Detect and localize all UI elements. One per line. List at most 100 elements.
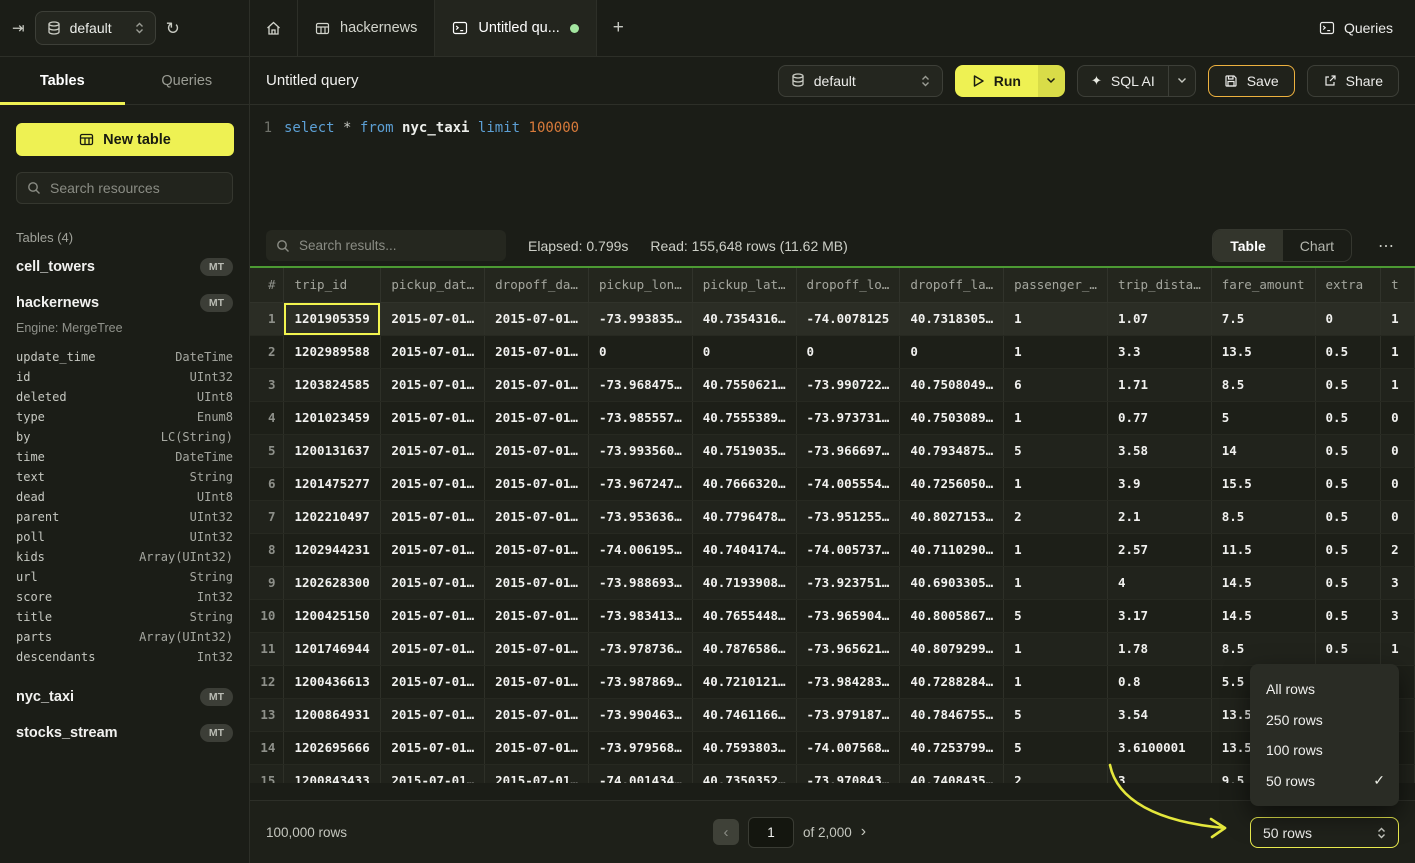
column-header[interactable]: dropoff_da… [485, 268, 589, 302]
schema-row[interactable]: textString [16, 467, 233, 487]
sidebar-item-stocks-stream[interactable]: stocks_stream MT [0, 715, 249, 751]
table-cell[interactable]: 40.7846755… [900, 698, 1004, 731]
table-cell[interactable]: 1201905359 [284, 302, 381, 335]
table-cell[interactable]: 0.5 [1315, 632, 1381, 665]
table-cell[interactable]: 2015-07-01… [381, 467, 485, 500]
table-cell[interactable]: 1.07 [1107, 302, 1211, 335]
table-cell[interactable]: 5 [1004, 599, 1108, 632]
table-cell[interactable]: 2015-07-01… [485, 599, 589, 632]
table-cell[interactable]: 2015-07-01… [381, 698, 485, 731]
table-cell[interactable]: 8.5 [1211, 500, 1315, 533]
table-cell[interactable]: 14.5 [1211, 566, 1315, 599]
new-tab-button[interactable]: + [597, 0, 640, 56]
table-cell[interactable]: -73.965621… [796, 632, 900, 665]
prev-page-button[interactable]: ‹ [713, 819, 739, 845]
table-cell[interactable]: 1200425150 [284, 599, 381, 632]
table-cell[interactable]: 1 [1004, 665, 1108, 698]
table-cell[interactable]: 11.5 [1211, 533, 1315, 566]
table-cell[interactable]: 0.5 [1315, 467, 1381, 500]
page-size-option[interactable]: All rows [1250, 674, 1399, 705]
table-cell[interactable]: 2015-07-01… [381, 533, 485, 566]
run-options-caret[interactable] [1038, 65, 1065, 97]
table-cell[interactable]: -74.005737… [796, 533, 900, 566]
table-cell[interactable]: -73.965904… [796, 599, 900, 632]
sidebar-tab-tables[interactable]: Tables [0, 57, 125, 104]
table-cell[interactable]: 0.5 [1315, 401, 1381, 434]
table-cell[interactable]: 2 [1381, 533, 1415, 566]
table-cell[interactable]: 0.5 [1315, 368, 1381, 401]
sidebar-search-input[interactable]: Search resources [16, 172, 233, 204]
table-cell[interactable]: 1 [1381, 302, 1415, 335]
table-cell[interactable]: 2015-07-01… [381, 335, 485, 368]
column-header[interactable]: # [250, 268, 284, 302]
table-cell[interactable]: 1 [1004, 302, 1108, 335]
table-cell[interactable]: 1.78 [1107, 632, 1211, 665]
column-header[interactable]: trip_dista… [1107, 268, 1211, 302]
table-cell[interactable]: -73.984283… [796, 665, 900, 698]
table-cell[interactable]: -73.979187… [796, 698, 900, 731]
table-cell[interactable]: -73.979568… [588, 731, 692, 764]
column-header[interactable]: pickup_lon… [588, 268, 692, 302]
table-cell[interactable]: 0.8 [1107, 665, 1211, 698]
table-cell[interactable]: -74.005554… [796, 467, 900, 500]
table-cell[interactable]: 0.5 [1315, 566, 1381, 599]
table-cell[interactable]: 3.54 [1107, 698, 1211, 731]
table-cell[interactable]: 3.6100001 [1107, 731, 1211, 764]
table-cell[interactable]: 1.71 [1107, 368, 1211, 401]
table-cell[interactable]: 40.7253799… [900, 731, 1004, 764]
table-cell[interactable]: -73.967247… [588, 467, 692, 500]
table-cell[interactable]: 2015-07-01… [381, 632, 485, 665]
table-cell[interactable]: -73.923751… [796, 566, 900, 599]
table-cell[interactable]: -73.951255… [796, 500, 900, 533]
table-cell[interactable]: 4 [1107, 566, 1211, 599]
table-cell[interactable]: 40.7193908… [692, 566, 796, 599]
table-cell[interactable]: 40.7796478… [692, 500, 796, 533]
schema-row[interactable]: scoreInt32 [16, 587, 233, 607]
table-cell[interactable]: 2015-07-01… [485, 500, 589, 533]
schema-row[interactable]: idUInt32 [16, 367, 233, 387]
table-cell[interactable]: 40.7404174… [692, 533, 796, 566]
table-cell[interactable]: 2015-07-01… [485, 467, 589, 500]
table-cell[interactable]: 1 [1004, 533, 1108, 566]
column-header[interactable]: dropoff_lo… [796, 268, 900, 302]
table-cell[interactable]: 3.17 [1107, 599, 1211, 632]
table-cell[interactable]: 1200436613 [284, 665, 381, 698]
table-cell[interactable]: 1 [1004, 335, 1108, 368]
schema-row[interactable]: deadUInt8 [16, 487, 233, 507]
table-cell[interactable]: 2 [1004, 500, 1108, 533]
table-cell[interactable]: 40.7210121… [692, 665, 796, 698]
toggle-table[interactable]: Table [1213, 230, 1283, 261]
queries-button[interactable]: Queries [1319, 20, 1393, 36]
table-cell[interactable]: -73.973731… [796, 401, 900, 434]
page-size-option[interactable]: 50 rows✓ [1250, 766, 1399, 797]
toggle-chart[interactable]: Chart [1283, 230, 1351, 261]
table-cell[interactable]: 1 [1381, 632, 1415, 665]
schema-row[interactable]: titleString [16, 607, 233, 627]
schema-row[interactable]: update_timeDateTime [16, 347, 233, 367]
table-cell[interactable]: 2015-07-01… [485, 764, 589, 783]
query-database-selector[interactable]: default [778, 65, 943, 97]
table-cell[interactable]: 0 [796, 335, 900, 368]
tab-untitled-query[interactable]: Untitled qu... [435, 0, 596, 56]
schema-row[interactable]: timeDateTime [16, 447, 233, 467]
schema-row[interactable]: deletedUInt8 [16, 387, 233, 407]
table-cell[interactable]: 0 [1381, 434, 1415, 467]
tab-hackernews[interactable]: hackernews [298, 0, 435, 56]
table-cell[interactable]: 2015-07-01… [485, 368, 589, 401]
table-cell[interactable]: 40.7519035… [692, 434, 796, 467]
table-cell[interactable]: 2015-07-01… [485, 665, 589, 698]
table-cell[interactable]: 1201746944 [284, 632, 381, 665]
table-cell[interactable]: 14 [1211, 434, 1315, 467]
table-cell[interactable]: 40.7550621… [692, 368, 796, 401]
table-cell[interactable]: 1202944231 [284, 533, 381, 566]
table-cell[interactable]: 0 [1381, 467, 1415, 500]
results-search-input[interactable]: Search results... [266, 230, 506, 261]
table-cell[interactable]: 0 [1315, 302, 1381, 335]
schema-row[interactable]: urlString [16, 567, 233, 587]
table-cell[interactable]: -73.990722… [796, 368, 900, 401]
sidebar-item-cell-towers[interactable]: cell_towers MT [0, 249, 249, 285]
page-number-input[interactable] [748, 817, 794, 848]
table-cell[interactable]: 3 [1381, 566, 1415, 599]
schema-row[interactable]: parentUInt32 [16, 507, 233, 527]
sql-ai-button[interactable]: ✦ SQL AI [1078, 66, 1168, 96]
